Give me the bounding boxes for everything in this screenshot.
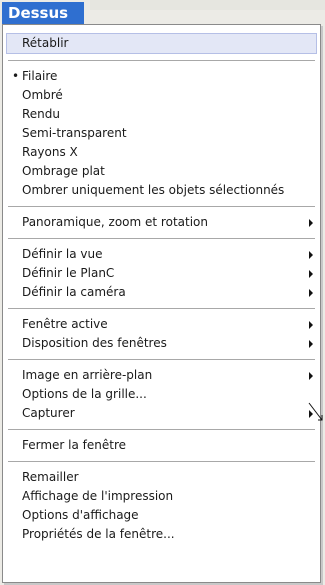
viewport-title-tab[interactable]: Dessus bbox=[2, 2, 84, 24]
menu-item-ombrer-uniquement-les-objets-selectionnes[interactable]: Ombrer uniquement les objets sélectionné… bbox=[4, 181, 319, 200]
menu-item-label: Capturer bbox=[22, 406, 75, 420]
menu-item-rayons-x[interactable]: Rayons X bbox=[4, 143, 319, 162]
menu-item-definir-la-vue[interactable]: Définir la vue bbox=[4, 245, 319, 264]
menu-item-label: Définir la caméra bbox=[22, 285, 126, 299]
submenu-arrow-icon bbox=[309, 251, 313, 259]
menu-item-label: Image en arrière-plan bbox=[22, 368, 153, 382]
menu-item-label: Rayons X bbox=[22, 145, 78, 159]
menu-item-ombre[interactable]: Ombré bbox=[4, 86, 319, 105]
menu-item-label: Options d'affichage bbox=[22, 508, 139, 522]
menu-separator bbox=[8, 429, 315, 430]
submenu-arrow-icon bbox=[309, 321, 313, 329]
check-bullet-icon: • bbox=[12, 69, 20, 83]
menu-item-label: Fenêtre active bbox=[22, 317, 108, 331]
menu-item-capturer[interactable]: Capturer bbox=[4, 404, 319, 423]
submenu-arrow-icon bbox=[309, 372, 313, 380]
submenu-arrow-icon bbox=[309, 340, 313, 348]
menu-item-rendu[interactable]: Rendu bbox=[4, 105, 319, 124]
menu-item-affichage-de-l-impression[interactable]: Affichage de l'impression bbox=[4, 487, 319, 506]
menu-item-image-en-arriere-plan[interactable]: Image en arrière-plan bbox=[4, 366, 319, 385]
menu-separator bbox=[8, 60, 315, 61]
menu-item-label: Fermer la fenêtre bbox=[22, 438, 127, 452]
menu-item-label: Filaire bbox=[22, 69, 58, 83]
menu-item-label: Propriétés de la fenêtre... bbox=[22, 527, 175, 541]
menu-item-label: Disposition des fenêtres bbox=[22, 336, 167, 350]
menu-item-definir-la-camera[interactable]: Définir la caméra bbox=[4, 283, 319, 302]
submenu-arrow-icon bbox=[309, 270, 313, 278]
menu-item-label: Rendu bbox=[22, 107, 61, 121]
menu-item-panoramique-zoom-et-rotation[interactable]: Panoramique, zoom et rotation bbox=[4, 213, 319, 232]
menu-item-options-d-affichage[interactable]: Options d'affichage bbox=[4, 506, 319, 525]
menu-item-label: Remailler bbox=[22, 470, 79, 484]
menu-separator bbox=[8, 308, 315, 309]
menu-item-label: Affichage de l'impression bbox=[22, 489, 174, 503]
context-menu: Rétablir • Filaire Ombré Rendu Semi-transpare… bbox=[2, 24, 321, 583]
menu-item-label: Ombrer uniquement les objets sélectionné… bbox=[22, 183, 285, 197]
menu-separator bbox=[8, 238, 315, 239]
menu-item-retablir[interactable]: Rétablir bbox=[6, 33, 317, 54]
menu-item-fenetre-active[interactable]: Fenêtre active bbox=[4, 315, 319, 334]
menu-item-fermer-la-fenetre[interactable]: Fermer la fenêtre bbox=[4, 436, 319, 455]
menu-item-semi-transparent[interactable]: Semi-transparent bbox=[4, 124, 319, 143]
menu-item-ombrage-plat[interactable]: Ombrage plat bbox=[4, 162, 319, 181]
menu-item-label: Définir la vue bbox=[22, 247, 103, 261]
menu-item-options-de-la-grille[interactable]: Options de la grille... bbox=[4, 385, 319, 404]
submenu-arrow-icon bbox=[309, 219, 313, 227]
menu-item-label: Ombré bbox=[22, 88, 63, 102]
menu-item-label: Semi-transparent bbox=[22, 126, 127, 140]
submenu-arrow-icon bbox=[309, 289, 313, 297]
menu-separator bbox=[8, 461, 315, 462]
menu-item-proprietes-de-la-fenetre[interactable]: Propriétés de la fenêtre... bbox=[4, 525, 319, 544]
background-scene bbox=[90, 0, 325, 10]
menu-separator bbox=[8, 206, 315, 207]
menu-item-label: Définir le PlanC bbox=[22, 266, 115, 280]
menu-item-label: Panoramique, zoom et rotation bbox=[22, 215, 208, 229]
menu-item-definir-le-planc[interactable]: Définir le PlanC bbox=[4, 264, 319, 283]
menu-separator bbox=[8, 359, 315, 360]
menu-item-disposition-des-fenetres[interactable]: Disposition des fenêtres bbox=[4, 334, 319, 353]
menu-item-label: Options de la grille... bbox=[22, 387, 147, 401]
menu-item-label: Ombrage plat bbox=[22, 164, 105, 178]
menu-item-remailler[interactable]: Remailler bbox=[4, 468, 319, 487]
menu-item-filaire[interactable]: • Filaire bbox=[4, 67, 319, 86]
screen: Dessus Rétablir • Filaire Ombré Rendu Semi-tr… bbox=[0, 0, 325, 585]
menu-item-label: Rétablir bbox=[22, 36, 69, 50]
mouse-cursor-icon bbox=[308, 402, 323, 421]
